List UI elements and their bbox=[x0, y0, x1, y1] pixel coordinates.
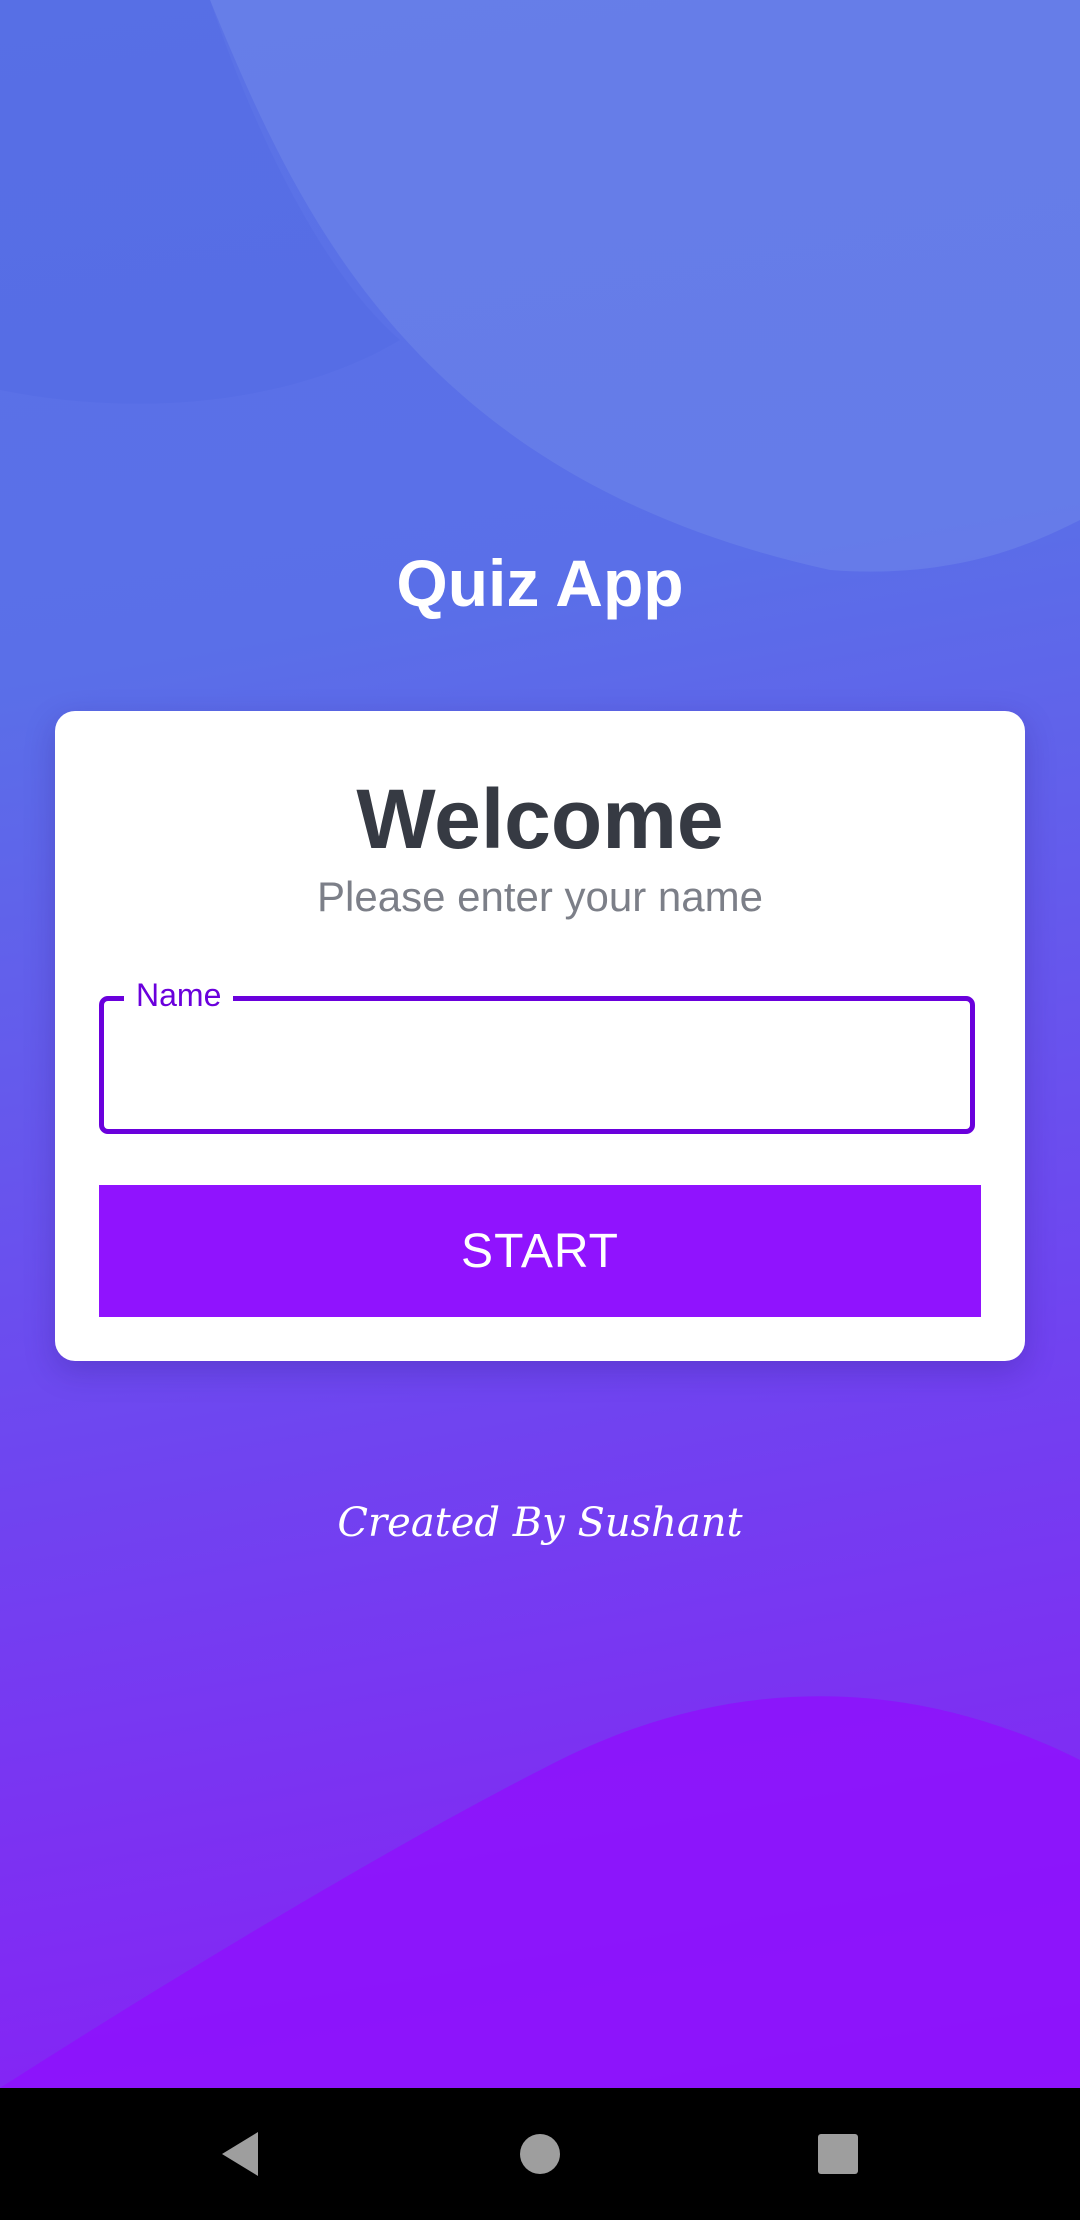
name-field[interactable]: Name bbox=[99, 973, 975, 1134]
quiz-start-screen: Quiz App Welcome Please enter your name … bbox=[0, 0, 1080, 2220]
name-field-label: Name bbox=[124, 973, 234, 1017]
back-icon[interactable] bbox=[204, 2118, 276, 2190]
system-navigation-bar bbox=[0, 2088, 1080, 2220]
start-button[interactable]: START bbox=[99, 1185, 981, 1317]
name-input[interactable] bbox=[128, 1031, 952, 1103]
app-title: Quiz App bbox=[396, 546, 684, 620]
welcome-heading: Welcome bbox=[356, 772, 724, 866]
recents-icon[interactable] bbox=[802, 2118, 874, 2190]
welcome-card: Welcome Please enter your name Name STAR… bbox=[55, 711, 1025, 1361]
home-icon[interactable] bbox=[504, 2118, 576, 2190]
welcome-subtitle: Please enter your name bbox=[317, 873, 763, 920]
credit-text: Created By Sushant bbox=[337, 1500, 743, 1546]
